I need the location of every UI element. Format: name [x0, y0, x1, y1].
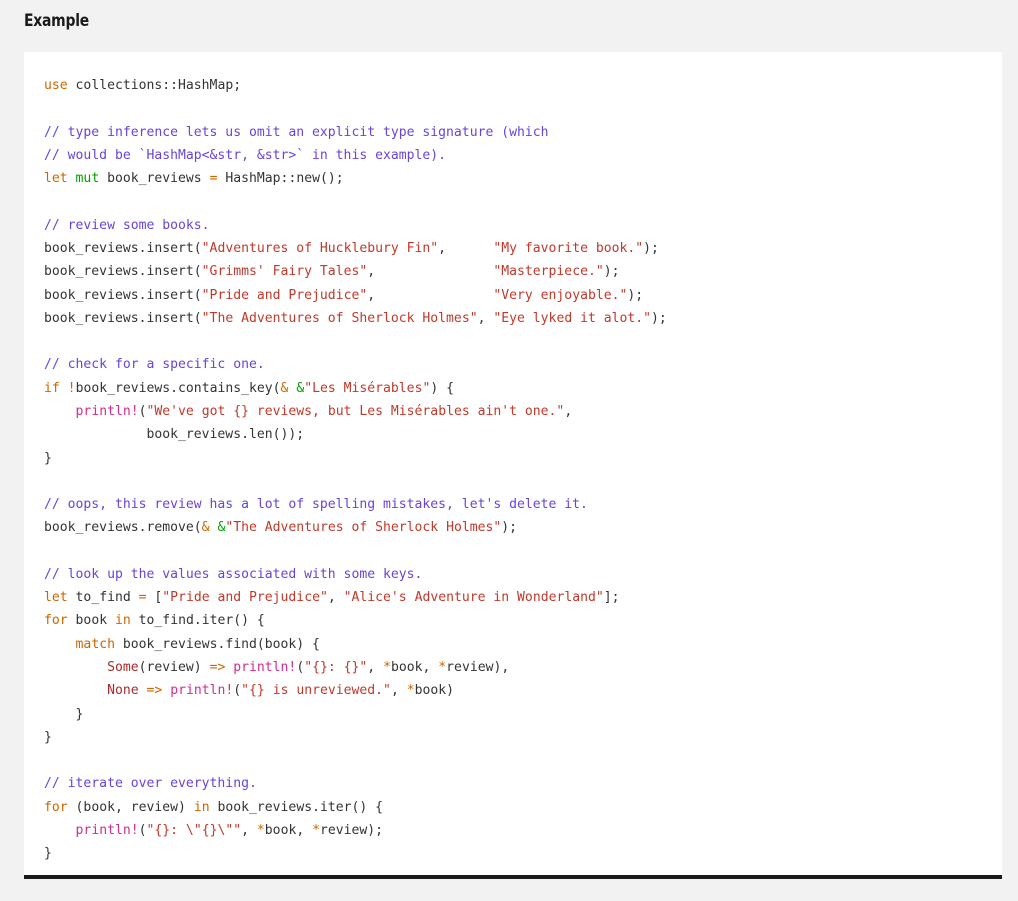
- code-line: println!("{}: \"{}\"", *book, *review);: [75, 823, 384, 838]
- code-line: // type inference lets us omit an explic…: [44, 124, 549, 140]
- code-line: println!("We've got {} reviews, but Les …: [75, 403, 573, 419]
- code-line: book_reviews.len());: [44, 427, 305, 443]
- code-line: book_reviews.insert("The Adventures of S…: [44, 310, 667, 326]
- code-line: let to_find = ["Pride and Prejudice", "A…: [44, 590, 620, 606]
- code-line: book_reviews.insert("Adventures of Huckl…: [44, 240, 659, 256]
- code-line: // iterate over everything.: [44, 776, 257, 792]
- code-line: // would be `HashMap<&str, &str>` in thi…: [44, 147, 447, 163]
- code-line: // look up the values associated with so…: [44, 566, 423, 582]
- code-line: let mut book_reviews = HashMap::new();: [44, 171, 344, 187]
- page-root: Example use collections::HashMap; // typ…: [0, 0, 1018, 901]
- code-line: book_reviews.insert("Pride and Prejudice…: [44, 287, 644, 303]
- code-line: // oops, this review has a lot of spelli…: [44, 497, 588, 513]
- code-line: book_reviews.insert("Grimms' Fairy Tales…: [44, 264, 620, 280]
- code-block-inner: use collections::HashMap; // type infere…: [24, 52, 1002, 875]
- code-line: book_reviews.remove(& &"The Adventures o…: [44, 520, 518, 536]
- code-line: match book_reviews.find(book) {: [75, 636, 320, 652]
- code-block: use collections::HashMap; // type infere…: [24, 52, 1002, 879]
- code-line: }: [44, 706, 84, 722]
- code-line: }: [44, 450, 52, 466]
- code-line: for (book, review) in book_reviews.iter(…: [44, 799, 384, 815]
- code-line: use collections::HashMap;: [44, 78, 242, 93]
- code-line: if !book_reviews.contains_key(& &"Les Mi…: [44, 380, 454, 396]
- code-line: Some(review) => println!("{}: {}", *book…: [107, 660, 510, 676]
- page-title: Example: [24, 11, 89, 31]
- code-line: // check for a specific one.: [44, 357, 265, 373]
- code-line: None => println!("{} is unreviewed.", *b…: [107, 683, 455, 699]
- code-listing[interactable]: use collections::HashMap; // type infere…: [44, 74, 982, 866]
- code-line: }: [44, 846, 52, 862]
- code-line: for book in to_find.iter() {: [44, 613, 265, 629]
- code-line: }: [44, 729, 52, 745]
- code-line: // review some books.: [44, 217, 210, 233]
